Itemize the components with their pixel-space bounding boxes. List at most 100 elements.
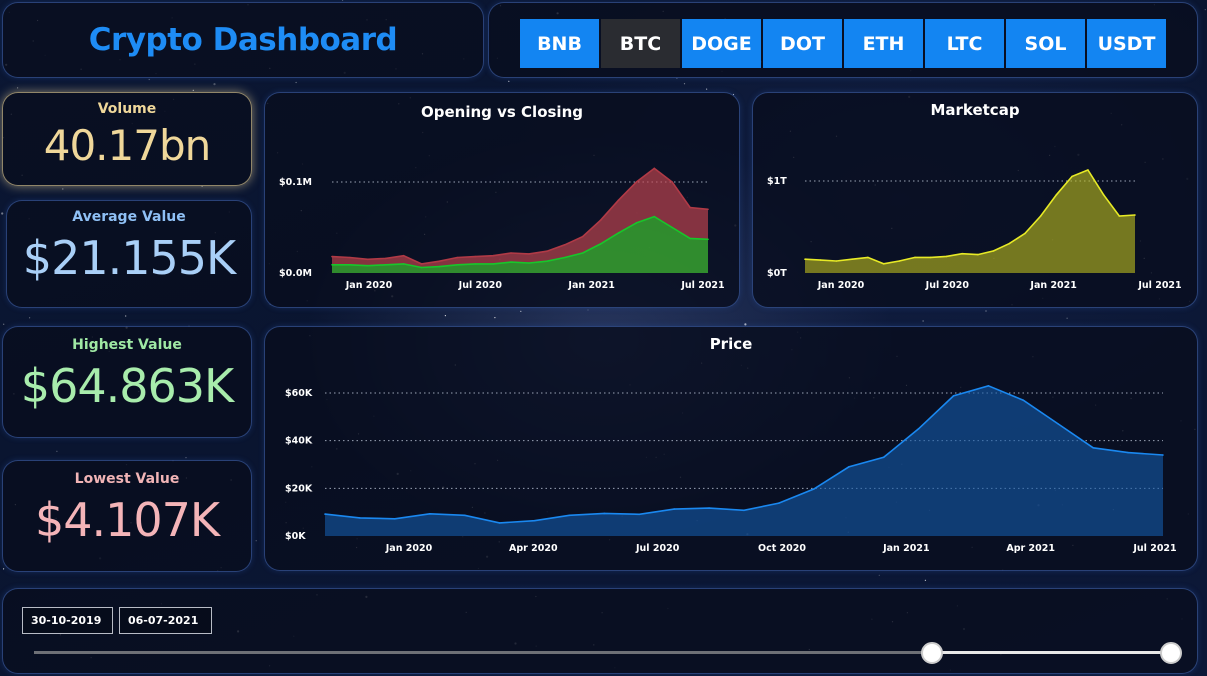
data-point [1039,215,1042,217]
y-tick-label: $0.0M [279,268,312,279]
data-point [599,219,602,221]
date-slider-end-handle[interactable] [1160,642,1182,664]
data-point [617,232,620,234]
y-tick-label: $0.1M [279,177,312,188]
data-point [617,199,620,201]
data-point [564,256,566,259]
x-tick-label: Jan 2021 [882,543,929,554]
average-value-label: Average Value [72,209,186,225]
data-point [1127,451,1129,454]
average-value-value: $21.155K [22,231,236,285]
data-point [510,261,512,263]
x-tick-label: Jul 2021 [1132,543,1176,554]
data-point [456,264,459,266]
x-tick-label: Jul 2020 [635,543,680,554]
x-tick-label: Jan 2020 [817,280,865,291]
tab-dot[interactable]: DOT [763,19,842,68]
data-point [961,252,963,255]
data-point [474,255,476,258]
highest-value-value: $64.863K [20,359,234,413]
data-point [851,258,853,260]
tab-ltc[interactable]: LTC [925,19,1004,68]
app-title: Crypto Dashboard [88,22,398,58]
data-point [359,517,361,519]
marketcap-title: Marketcap [930,101,1020,119]
opening-vs-closing-chart-panel: $0.0M $0.1M Jan 2020 Jul 2020 Jan 2021 Jul 20… [264,92,740,308]
y-tick-label: $20K [285,483,313,494]
series-area-marketcap [805,170,1135,273]
data-point [1087,169,1089,171]
data-point [1022,399,1025,401]
x-tick-label: Jan 2021 [567,280,614,291]
x-tick-label: Jul 2020 [925,280,970,291]
data-point [867,256,869,259]
tab-bnb[interactable]: BNB [520,19,599,68]
tab-usdt[interactable]: USDT [1087,19,1166,68]
data-point [384,264,387,266]
data-point [917,428,920,430]
data-point [528,253,530,255]
data-point [474,263,476,265]
data-point [324,513,326,515]
lowest-value-card: Lowest Value $4.107K [2,460,252,572]
end-date-input[interactable]: 06-07-2021 [119,607,212,634]
marketcap-chart: $0T $1T Jan 2020 Jul 2020 Jan 2021 Jul 2021 [767,169,1182,291]
volume-value: 40.17bn [43,121,212,170]
data-point [1071,175,1073,178]
data-point [599,243,602,245]
y-tick-label: $40K [285,436,313,447]
tab-eth[interactable]: ETH [844,19,923,68]
data-point [819,259,822,261]
data-point [653,167,656,170]
data-point [492,263,494,265]
data-point [402,263,405,265]
data-point [546,260,548,262]
data-point [1057,423,1060,425]
data-point [349,256,351,259]
lowest-value-label: Lowest Value [74,471,180,487]
data-point [1118,215,1121,217]
tab-btc[interactable]: BTC [601,19,680,68]
tab-doge[interactable]: DOGE [682,19,761,68]
data-point [402,254,405,257]
data-point [992,250,995,252]
data-point [367,264,369,267]
data-point [429,513,431,515]
data-point [835,260,838,262]
data-point [671,181,673,183]
data-point [707,208,709,211]
data-point [1024,232,1026,235]
data-point [673,508,675,510]
data-point [420,266,423,269]
data-point [581,252,584,254]
data-point [882,456,885,459]
data-point [581,235,584,238]
data-point [914,256,916,259]
data-point [564,244,566,246]
data-point [331,255,333,258]
opening-vs-closing-chart: $0.0M $0.1M Jan 2020 Jul 2020 Jan 2021 Jul 20… [279,167,725,291]
data-point [546,250,548,252]
lowest-value-value: $4.107K [34,493,220,547]
data-point [898,260,901,262]
data-point [743,509,745,512]
price-title: Price [709,335,753,353]
data-point [848,466,850,468]
data-point [394,518,396,520]
data-point [1162,454,1164,456]
data-point [420,263,423,265]
marketcap-chart-panel: $0T $1T Jan 2020 Jul 2020 Jan 2021 Jul 2021 M… [752,92,1198,308]
x-tick-label: Jul 2021 [680,280,724,291]
date-slider-start-handle[interactable] [921,642,944,664]
data-point [635,181,638,183]
highest-value-card: Highest Value $64.863K [2,326,252,438]
y-tick-label: $60K [285,388,313,399]
data-point [945,255,948,258]
start-date-input[interactable]: 30-10-2019 [22,607,113,634]
x-tick-label: Jan 2021 [1029,280,1076,291]
tab-sol[interactable]: SOL [1006,19,1085,68]
data-point [510,252,512,254]
data-point [498,522,501,524]
data-point [635,222,638,224]
data-point [349,264,351,266]
